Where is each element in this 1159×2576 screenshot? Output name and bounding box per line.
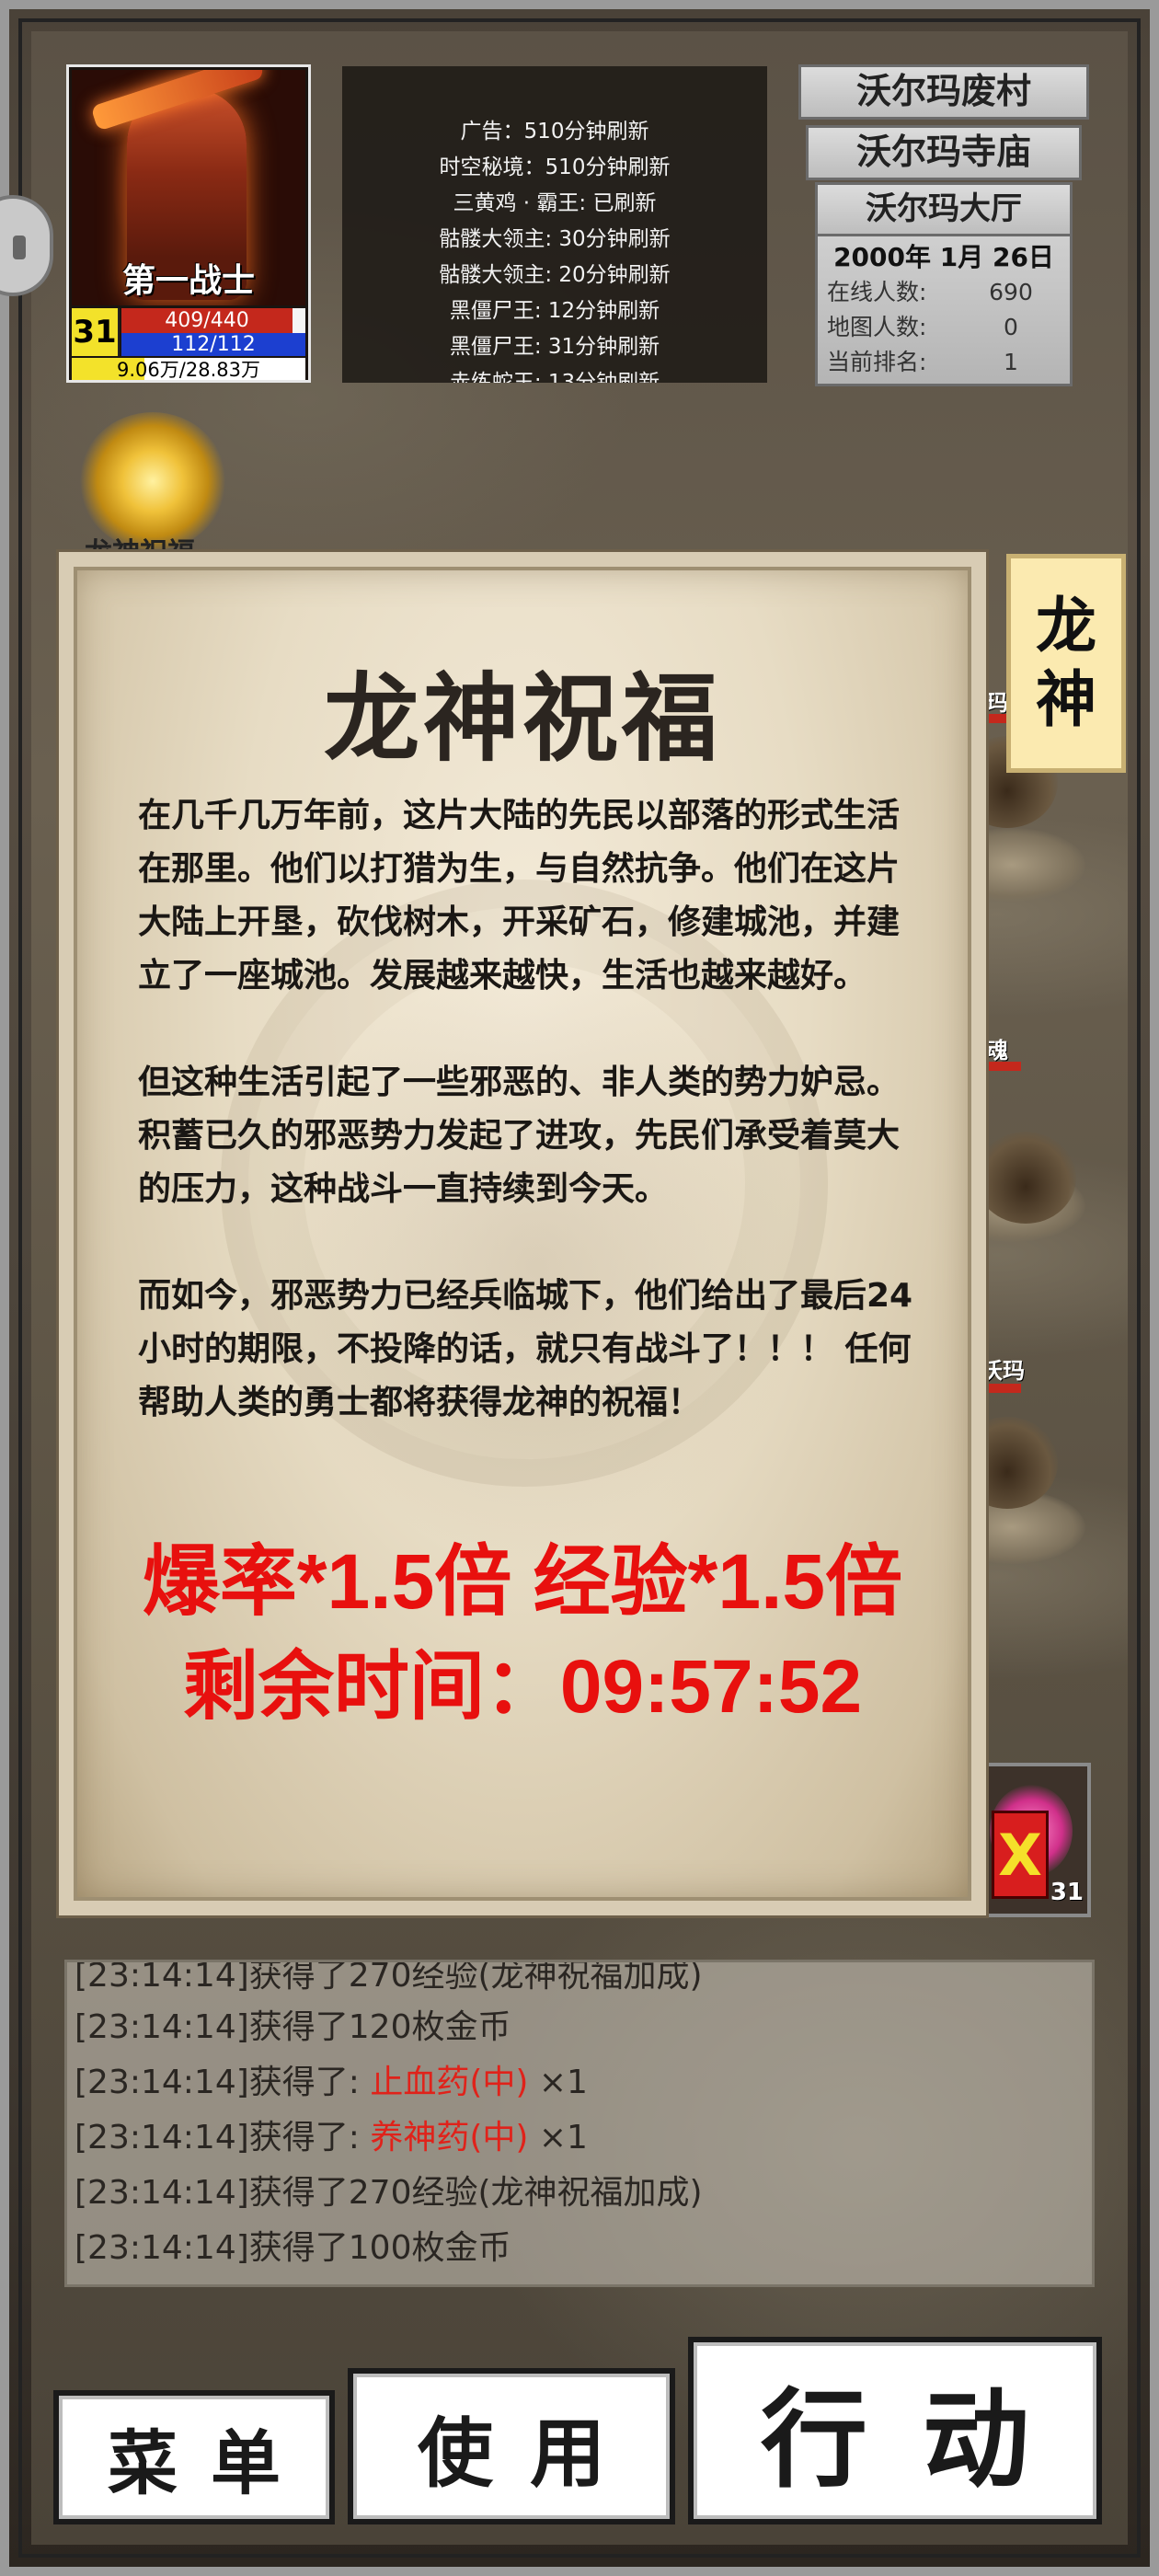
server-info-box: 2000年 1月 26日 在线人数: 690 地图人数: 0 当前排名: 1 — [815, 234, 1073, 386]
message-log[interactable]: [23:14:14]获得了270经验(龙神祝福加成) [23:14:14]获得了… — [64, 1960, 1095, 2287]
refresh-item: 广告：510分钟刷新 — [460, 120, 649, 144]
side-tab-handle-icon — [13, 236, 26, 259]
dragon-god-tab[interactable]: 龙 神 — [1006, 554, 1126, 773]
item-name: 养神药(中) — [370, 2119, 529, 2156]
story-paragraph: 但这种生活引起了一些邪恶的、非人类的势力妒忌。积蓄已久的邪恶势力发起了进攻，先民… — [138, 1064, 901, 1208]
story-paragraph: 而如今，邪恶势力已经兵临城下，他们给出了最后24小时的期限，不投降的话，就只有战… — [138, 1277, 913, 1421]
refresh-item: 骷髅大领主: 20分钟刷新 — [439, 263, 671, 287]
location-button-temple[interactable]: 沃尔玛寺庙 — [806, 125, 1082, 180]
bonus-rates: 爆率*1.5倍 经验*1.5倍 — [142, 1538, 903, 1625]
exp-bar: 9.06万/28.83万 — [72, 358, 305, 381]
story-paragraph: 在几千几万年前，这片大陆的先民以部落的形式生活在那里。他们以打猎为生，与自然抗争… — [138, 797, 901, 995]
log-line: [23:14:14]获得了100枚金币 — [75, 2229, 511, 2267]
monster-name: 沃玛 — [981, 1358, 1025, 1384]
game-date: 2000年 1月 26日 — [833, 242, 1054, 272]
close-icon[interactable]: X — [992, 1811, 1049, 1899]
refresh-item: 骷髅大领主: 30分钟刷新 — [439, 227, 671, 251]
dialog-title: 龙神祝福 — [323, 661, 721, 775]
monster[interactable] — [975, 1132, 1076, 1224]
location-button-village[interactable]: 沃尔玛废村 — [798, 64, 1089, 120]
character-panel[interactable]: 第一战士 31 409/440 112/112 9.06万/28.83万 — [66, 64, 311, 383]
log-line: [23:14:14]获得了: 止血药(中) ×1 — [75, 2064, 588, 2101]
refresh-item: 黑僵尸王: 12分钟刷新 — [449, 299, 660, 323]
dialog-story: 在几千几万年前，这片大陆的先民以部落的形式生活在那里。他们以打猎为生，与自然抗争… — [138, 789, 929, 1483]
online-count-label: 在线人数: — [827, 279, 927, 305]
monster-hp-bar — [986, 1384, 1021, 1393]
boss-refresh-list[interactable]: 广告：510分钟刷新 时空秘境：510分钟刷新 三黄鸡 · 霸王: 已刷新 骷髅… — [342, 66, 767, 383]
online-count-value: 690 — [989, 279, 1033, 305]
exp-value: 9.06万/28.83万 — [117, 359, 260, 381]
refresh-item: 三黄鸡 · 霸王: 已刷新 — [453, 191, 657, 215]
log-line: [23:14:14]获得了: 养神药(中) ×1 — [75, 2119, 588, 2156]
rank-row: 当前排名: 1 — [827, 345, 1061, 380]
mp-bar: 112/112 — [121, 333, 305, 356]
dragon-blessing-dialog[interactable]: 龙神祝福 在几千几万年前，这片大陆的先民以部落的形式生活在那里。他们以打猎为生，… — [59, 552, 986, 1915]
item-count: 31 — [1050, 1879, 1084, 1906]
character-name: 第一战士 — [121, 262, 255, 300]
log-line: [23:14:14]获得了120枚金币 — [75, 2008, 511, 2046]
monster-name: 魂 — [986, 1038, 1008, 1064]
dragon-blessing-amulet-icon[interactable] — [79, 412, 226, 550]
item-name: 止血药(中) — [370, 2064, 529, 2101]
character-portrait: 第一战士 — [72, 70, 305, 305]
action-button[interactable]: 行动 — [688, 2337, 1102, 2524]
refresh-item: 时空秘境：510分钟刷新 — [439, 155, 671, 179]
refresh-item: 黑僵尸王: 31分钟刷新 — [449, 335, 660, 359]
log-line: [23:14:14]获得了270经验(龙神祝福加成) — [75, 1960, 703, 1995]
location-button-hall[interactable]: 沃尔玛大厅 — [815, 182, 1073, 237]
item-slot[interactable]: X 31 — [977, 1763, 1091, 1917]
monster-name: 玛 — [986, 690, 1008, 716]
map-count-label: 地图人数: — [827, 314, 927, 340]
online-count-row: 在线人数: 690 — [827, 275, 1061, 310]
mp-value: 112/112 — [171, 333, 256, 356]
map-count-value: 0 — [1004, 314, 1018, 340]
hp-value: 409/440 — [165, 309, 249, 332]
use-button[interactable]: 使用 — [348, 2368, 675, 2524]
log-line: [23:14:14]获得了270经验(龙神祝福加成) — [75, 2174, 703, 2212]
hp-bar: 409/440 — [121, 308, 305, 333]
rank-label: 当前排名: — [827, 349, 927, 375]
dragon-tag-char-2: 神 — [1036, 664, 1096, 735]
refresh-item: 赤练蛇王: 13分钟刷新 — [449, 371, 660, 383]
menu-button[interactable]: 菜单 — [53, 2390, 335, 2524]
map-count-row: 地图人数: 0 — [827, 310, 1061, 345]
dragon-tag-char-1: 龙 — [1036, 591, 1096, 661]
rank-value: 1 — [1004, 349, 1018, 375]
character-level: 31 — [72, 308, 120, 356]
remaining-time: 剩余时间：09:57:52 — [182, 1645, 863, 1729]
hp-bar-empty — [293, 308, 305, 333]
